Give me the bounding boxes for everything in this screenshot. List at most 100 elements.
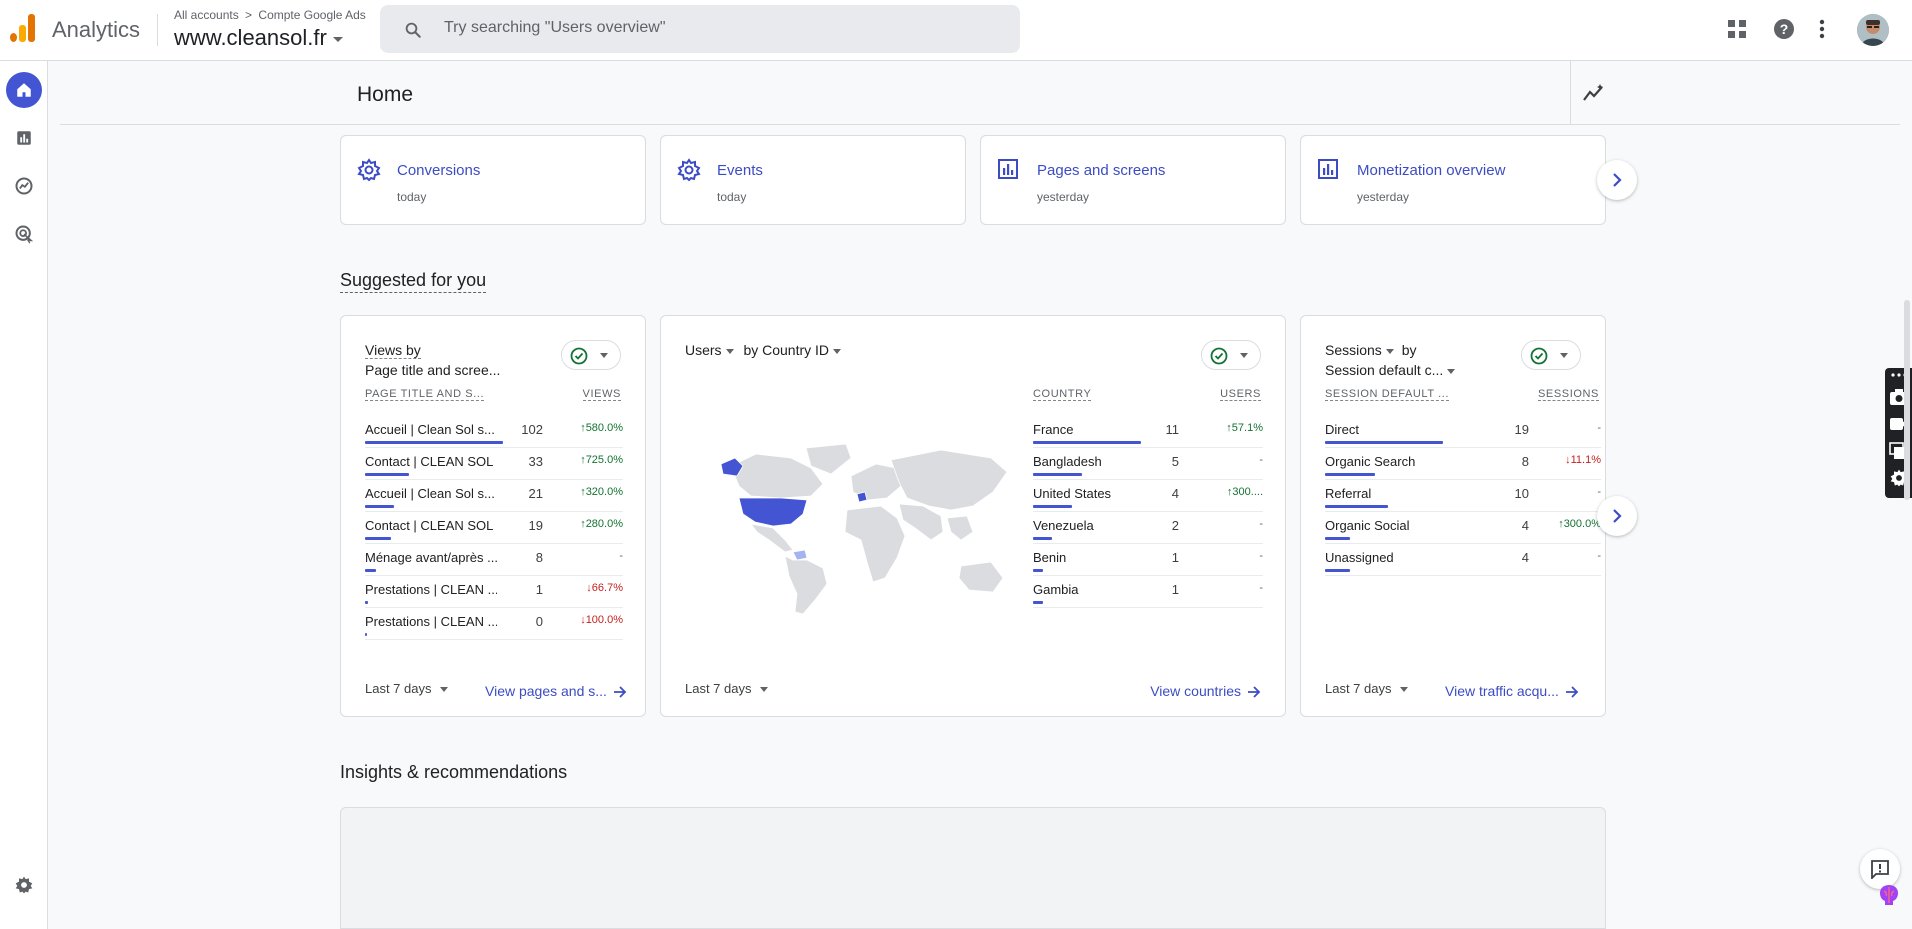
row-value: 1 — [1171, 582, 1179, 597]
table-row[interactable]: France 11 ↑57.1% — [1033, 416, 1263, 448]
caret-down-icon — [1560, 353, 1568, 358]
quick-card-monetization-overview[interactable]: Monetization overview yesterday — [1300, 135, 1606, 225]
quick-card-events[interactable]: Events today — [660, 135, 966, 225]
row-label: Bangladesh — [1033, 454, 1102, 469]
breadcrumb-account[interactable]: Compte Google Ads — [258, 8, 365, 22]
card-sessions-by-channel: Sessions by Session default c... SESSION… — [1300, 315, 1606, 717]
divider — [1570, 61, 1571, 125]
help-icon[interactable]: ? — [1773, 18, 1795, 40]
table-row[interactable]: Benin 1 - — [1033, 544, 1263, 576]
search-input[interactable]: Try searching "Users overview" — [444, 19, 666, 37]
view-countries-link[interactable]: View countries — [1150, 683, 1261, 699]
brain-extension-icon[interactable] — [1876, 882, 1902, 908]
view-pages-link[interactable]: View pages and s... — [485, 683, 627, 699]
table-row[interactable]: Organic Social 4 ↑300.0% — [1325, 512, 1601, 544]
table-row[interactable]: Organic Search 8 ↓11.1% — [1325, 448, 1601, 480]
nav-reports[interactable] — [6, 120, 42, 156]
table-row[interactable]: Direct 19 - — [1325, 416, 1601, 448]
card-title[interactable]: Sessions by Session default c... — [1325, 340, 1456, 380]
quick-card-title: Monetization overview — [1357, 162, 1506, 179]
table-row[interactable]: Accueil | Clean Sol s... 21 ↑320.0% — [365, 480, 623, 512]
row-value: 11 — [1165, 422, 1180, 437]
avatar[interactable] — [1857, 14, 1889, 46]
row-bar — [365, 633, 367, 636]
row-bar — [365, 473, 410, 476]
card-status-toggle[interactable] — [1201, 340, 1261, 370]
analytics-logo-icon[interactable] — [10, 14, 36, 42]
view-link-label: View countries — [1150, 683, 1241, 699]
nav-home[interactable] — [6, 72, 42, 108]
chevron-right-icon — [1613, 509, 1622, 523]
table-row[interactable]: Prestations | CLEAN ... 1 ↓66.7% — [365, 576, 623, 608]
card-title-metric[interactable]: Sessions — [1325, 342, 1382, 358]
card-title[interactable]: Views by Page title and scree... — [365, 340, 500, 380]
column-header-value[interactable]: SESSIONS — [1537, 388, 1599, 401]
column-header-value[interactable]: USERS — [1220, 388, 1261, 401]
date-range-selector[interactable]: Last 7 days — [685, 681, 768, 696]
nav-explore[interactable] — [6, 168, 42, 204]
row-change: ↑280.0% — [580, 518, 623, 530]
date-range-selector[interactable]: Last 7 days — [365, 681, 448, 696]
scrollbar[interactable] — [1904, 300, 1910, 500]
row-label: Contact | CLEAN SOL — [365, 518, 494, 533]
card-status-toggle[interactable] — [561, 340, 621, 370]
table-row[interactable]: Prestations | CLEAN ... 0 ↓100.0% — [365, 608, 623, 640]
table-row[interactable]: Bangladesh 5 - — [1033, 448, 1263, 480]
date-range-label: Last 7 days — [1325, 681, 1392, 696]
table-row[interactable]: Gambia 1 - — [1033, 576, 1263, 608]
quick-card-subtitle: today — [397, 190, 427, 204]
quick-card-pages-and-screens[interactable]: Pages and screens yesterday — [980, 135, 1286, 225]
card-users-by-country: Users by Country ID COUNTRY USERS France… — [660, 315, 1286, 717]
table-row[interactable]: Venezuela 2 - — [1033, 512, 1263, 544]
view-link-label: View traffic acqu... — [1445, 683, 1559, 699]
column-header-value[interactable]: VIEWS — [582, 388, 621, 401]
view-traffic-acquisition-link[interactable]: View traffic acqu... — [1445, 683, 1579, 699]
card-status-toggle[interactable] — [1521, 340, 1581, 370]
date-range-selector[interactable]: Last 7 days — [1325, 681, 1408, 696]
row-change: - — [1597, 550, 1601, 562]
world-map[interactable] — [711, 436, 1011, 616]
breadcrumb[interactable]: All accounts > Compte Google Ads — [174, 8, 366, 22]
card-title-dimension[interactable]: by Country ID — [743, 342, 829, 358]
card-title-dimension[interactable]: Page title and scree... — [365, 362, 500, 378]
table-row[interactable]: United States 4 ↑300.... — [1033, 480, 1263, 512]
card-title-metric[interactable]: Views by — [365, 342, 421, 359]
table-row[interactable]: Unassigned 4 - — [1325, 544, 1601, 576]
view-link-label: View pages and s... — [485, 683, 607, 699]
row-bar — [1033, 473, 1082, 476]
date-range-label: Last 7 days — [365, 681, 432, 696]
breadcrumb-all-accounts[interactable]: All accounts — [174, 8, 239, 22]
row-change: ↑725.0% — [580, 454, 623, 466]
more-vert-icon[interactable] — [1818, 18, 1826, 40]
nav-advertising[interactable] — [6, 216, 42, 252]
row-value: 10 — [1514, 486, 1529, 501]
header-divider — [60, 124, 1900, 125]
table-row[interactable]: Accueil | Clean Sol s... 102 ↑580.0% — [365, 416, 623, 448]
card-title-dimension[interactable]: Session default c... — [1325, 362, 1443, 378]
column-header-label[interactable]: SESSION DEFAULT ... — [1325, 388, 1450, 401]
search-box[interactable]: Try searching "Users overview" — [380, 5, 1020, 53]
quick-card-conversions[interactable]: Conversions today — [340, 135, 646, 225]
table-row[interactable]: Contact | CLEAN SOL 33 ↑725.0% — [365, 448, 623, 480]
nav-admin[interactable] — [6, 867, 42, 903]
card-title-metric[interactable]: Users — [685, 342, 722, 358]
property-selector[interactable]: www.cleansol.fr — [174, 25, 343, 51]
quick-cards-next-button[interactable] — [1597, 160, 1637, 200]
row-change: ↑300.... — [1226, 486, 1263, 498]
row-bar — [365, 601, 368, 604]
table-row[interactable]: Contact | CLEAN SOL 19 ↑280.0% — [365, 512, 623, 544]
row-change: ↓100.0% — [580, 614, 623, 626]
insights-placeholder — [340, 807, 1606, 929]
settings-gear-icon — [15, 876, 33, 894]
table-row[interactable]: Referral 10 - — [1325, 480, 1601, 512]
suggested-next-button[interactable] — [1597, 496, 1637, 536]
apps-grid-icon[interactable] — [1726, 18, 1748, 40]
insights-icon[interactable] — [1582, 82, 1606, 104]
table-row[interactable]: Ménage avant/après ... 8 - — [365, 544, 623, 576]
suggested-title[interactable]: Suggested for you — [340, 270, 487, 293]
chevron-right-icon — [1613, 173, 1622, 187]
column-header-label[interactable]: PAGE TITLE AND S... — [365, 388, 485, 401]
column-header-label[interactable]: COUNTRY — [1033, 388, 1092, 401]
card-title[interactable]: Users by Country ID — [685, 340, 842, 360]
arrow-right-icon — [1565, 686, 1579, 698]
